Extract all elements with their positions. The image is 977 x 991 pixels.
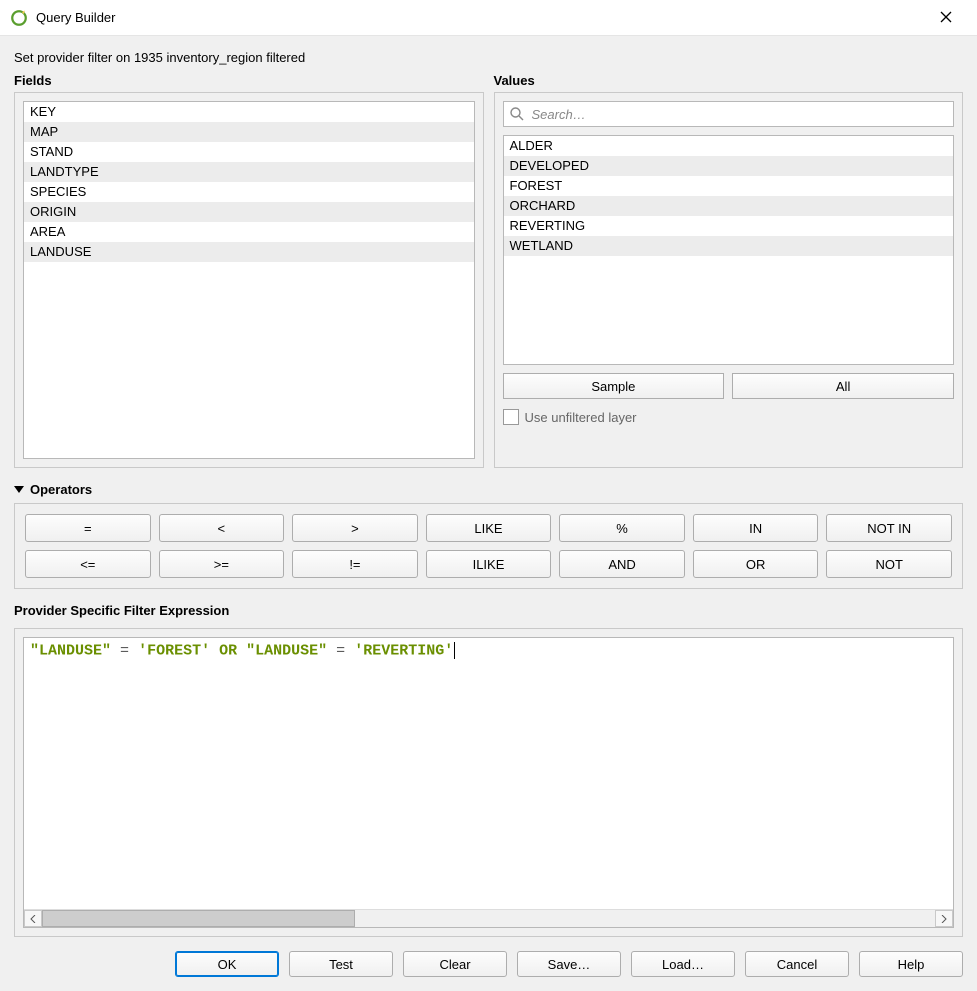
unfiltered-label: Use unfiltered layer (525, 410, 637, 425)
field-item[interactable]: SPECIES (24, 182, 474, 202)
load-button[interactable]: Load… (631, 951, 735, 977)
value-item[interactable]: DEVELOPED (504, 156, 954, 176)
field-item[interactable]: LANDUSE (24, 242, 474, 262)
close-icon (940, 10, 952, 26)
operator-button[interactable]: != (292, 550, 418, 578)
operator-button[interactable]: < (159, 514, 285, 542)
field-item[interactable]: ORIGIN (24, 202, 474, 222)
operators-label: Operators (30, 482, 92, 497)
help-button[interactable]: Help (859, 951, 963, 977)
unfiltered-checkbox[interactable] (503, 409, 519, 425)
operator-button[interactable]: % (559, 514, 685, 542)
test-button[interactable]: Test (289, 951, 393, 977)
titlebar: Query Builder (0, 0, 977, 36)
save-button[interactable]: Save… (517, 951, 621, 977)
close-button[interactable] (923, 3, 969, 33)
operator-button[interactable]: >= (159, 550, 285, 578)
values-search-input[interactable] (503, 101, 955, 127)
clear-button[interactable]: Clear (403, 951, 507, 977)
operator-button[interactable]: ILIKE (426, 550, 552, 578)
operator-button[interactable]: NOT IN (826, 514, 952, 542)
field-item[interactable]: LANDTYPE (24, 162, 474, 182)
field-item[interactable]: STAND (24, 142, 474, 162)
fields-label: Fields (14, 73, 484, 88)
cancel-button[interactable]: Cancel (745, 951, 849, 977)
value-item[interactable]: FOREST (504, 176, 954, 196)
values-label: Values (494, 73, 964, 88)
value-item[interactable]: ORCHARD (504, 196, 954, 216)
sample-button[interactable]: Sample (503, 373, 725, 399)
dialog-subtitle: Set provider filter on 1935 inventory_re… (14, 46, 963, 73)
operator-button[interactable]: > (292, 514, 418, 542)
app-icon (10, 9, 28, 27)
operator-button[interactable]: AND (559, 550, 685, 578)
value-item[interactable]: ALDER (504, 136, 954, 156)
expression-hscrollbar[interactable] (24, 909, 953, 927)
scroll-left-icon[interactable] (24, 910, 42, 927)
values-listbox[interactable]: ALDERDEVELOPEDFORESTORCHARDREVERTINGWETL… (503, 135, 955, 365)
operator-button[interactable]: = (25, 514, 151, 542)
field-item[interactable]: MAP (24, 122, 474, 142)
operator-button[interactable]: LIKE (426, 514, 552, 542)
value-item[interactable]: WETLAND (504, 236, 954, 256)
scroll-right-icon[interactable] (935, 910, 953, 927)
dialog-body: Set provider filter on 1935 inventory_re… (0, 36, 977, 991)
field-item[interactable]: KEY (24, 102, 474, 122)
value-item[interactable]: REVERTING (504, 216, 954, 236)
all-button[interactable]: All (732, 373, 954, 399)
field-item[interactable]: AREA (24, 222, 474, 242)
operators-grid: = <> LIKE% INNOT IN <= >=!= ILIKEAND ORNOT (14, 503, 963, 589)
ok-button[interactable]: OK (175, 951, 279, 977)
fields-listbox[interactable]: KEYMAPSTANDLANDTYPESPECIESORIGINAREALAND… (23, 101, 475, 459)
expression-section-label: Provider Specific Filter Expression (14, 603, 963, 618)
operators-toggle[interactable]: Operators (14, 482, 963, 497)
expression-editor[interactable]: "LANDUSE" = 'FOREST' OR "LANDUSE" = 'REV… (23, 637, 954, 928)
operator-button[interactable]: IN (693, 514, 819, 542)
chevron-down-icon (14, 486, 24, 493)
operator-button[interactable]: <= (25, 550, 151, 578)
search-icon (509, 106, 525, 122)
operator-button[interactable]: OR (693, 550, 819, 578)
operator-button[interactable]: NOT (826, 550, 952, 578)
window-title: Query Builder (36, 10, 923, 25)
